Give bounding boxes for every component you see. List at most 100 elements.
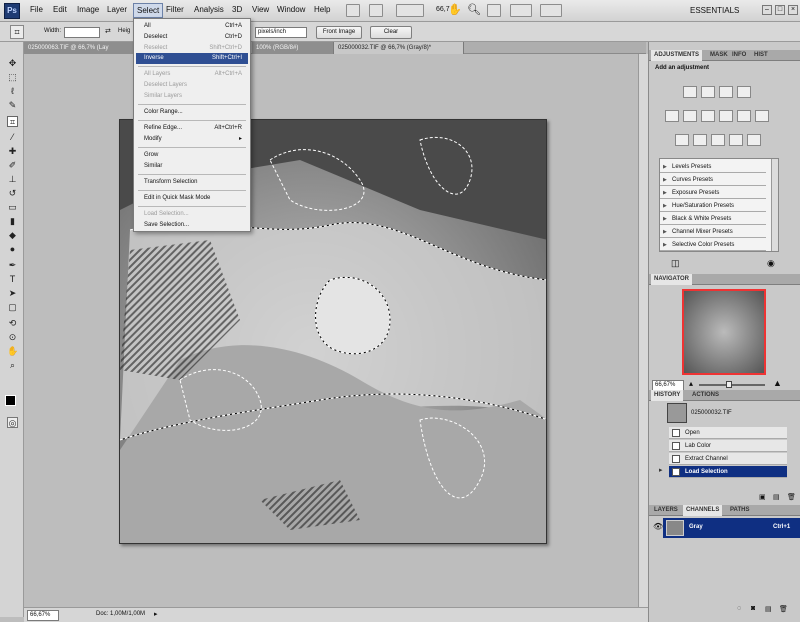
screen-mode-icon[interactable] [540, 4, 562, 17]
invert-icon[interactable] [675, 134, 689, 146]
menu-item-all-layers[interactable]: All Layers Alt+Ctrl+A [136, 69, 248, 80]
zoom-tool-icon[interactable]: ⌕ [7, 360, 18, 371]
snapshot-thumbnail[interactable] [667, 403, 687, 423]
channel-visibility-eye-icon[interactable]: 👁︎ [653, 522, 663, 531]
preset-item[interactable]: Levels Presets [660, 161, 766, 173]
shape-tool-icon[interactable]: ▢ [7, 302, 18, 313]
preset-item[interactable]: Curves Presets [660, 174, 766, 186]
menu-window[interactable]: Window [277, 5, 305, 14]
eraser-tool-icon[interactable]: ▭ [7, 202, 18, 213]
menu-view[interactable]: View [252, 5, 269, 14]
threshold-icon[interactable] [711, 134, 725, 146]
front-image-button[interactable]: Front Image [316, 26, 362, 39]
clone-stamp-tool-icon[interactable]: ⊥ [7, 174, 18, 185]
menu-item-deselect[interactable]: Deselect Ctrl+D [136, 32, 248, 43]
extras-dropdown[interactable] [396, 4, 424, 17]
exposure-icon[interactable] [737, 86, 751, 98]
workspace-switcher[interactable]: ESSENTIALS [690, 6, 762, 15]
menu-filter[interactable]: Filter [166, 5, 184, 14]
quick-mask-icon[interactable]: ◎ [7, 417, 18, 428]
tab-navigator[interactable]: NAVIGATOR [651, 274, 693, 285]
blur-tool-icon[interactable]: ◆ [7, 230, 18, 241]
menu-item-load-selection[interactable]: Load Selection... [136, 209, 248, 220]
width-field[interactable] [64, 27, 100, 38]
menu-item-color-range[interactable]: Color Range... [136, 107, 248, 118]
menu-item-transform-selection[interactable]: Transform Selection [136, 177, 248, 188]
save-selection-channel-icon[interactable]: ◙ [751, 605, 755, 612]
rotate-view-icon[interactable] [487, 4, 501, 17]
healing-brush-tool-icon[interactable]: ✚ [7, 146, 18, 157]
menu-item-grow[interactable]: Grow [136, 150, 248, 161]
path-selection-tool-icon[interactable]: ➤ [7, 288, 18, 299]
tab-channels[interactable]: CHANNELS [683, 505, 723, 516]
vertical-scrollbar[interactable] [638, 54, 648, 607]
gradient-map-icon[interactable] [729, 134, 743, 146]
tab-masks[interactable]: MASK [707, 50, 731, 61]
3d-rotate-tool-icon[interactable]: ⟲ [7, 318, 18, 329]
bridge-icon[interactable] [346, 4, 360, 17]
new-snapshot-icon[interactable]: ▣ [759, 493, 766, 501]
color-balance-icon[interactable] [701, 110, 715, 122]
zoom-in-icon[interactable]: ▲ [773, 378, 782, 388]
resolution-unit-select[interactable]: pixels/inch [255, 27, 307, 38]
history-step-selected[interactable]: Load Selection [669, 466, 787, 478]
preset-item[interactable]: Channel Mixer Presets [660, 226, 766, 238]
menu-image[interactable]: Image [77, 5, 99, 14]
zoom-tool-icon[interactable]: 🔍︎ [467, 3, 481, 16]
menu-item-quick-mask[interactable]: Edit in Quick Mask Mode [136, 193, 248, 204]
menu-edit[interactable]: Edit [53, 5, 67, 14]
move-tool-icon[interactable]: ✥ [7, 58, 18, 69]
menu-item-save-selection[interactable]: Save Selection... [136, 220, 248, 231]
status-menu-arrow-icon[interactable]: ▸ [154, 610, 158, 618]
arrange-documents-icon[interactable] [510, 4, 532, 17]
eyedropper-tool-icon[interactable]: ⁄ [7, 132, 18, 143]
clear-button[interactable]: Clear [370, 26, 412, 39]
history-step[interactable]: Extract Channel [669, 453, 787, 465]
preset-item[interactable]: Selective Color Presets [660, 239, 766, 251]
presets-scrollbar[interactable] [771, 159, 778, 251]
tab-layers[interactable]: LAYERS [651, 505, 681, 516]
navigator-zoom-slider[interactable] [699, 384, 765, 386]
history-step[interactable]: Lab Color [669, 440, 787, 452]
tab-document-3[interactable]: 025000032.TIF @ 66,7% (Gray/8)* [334, 42, 464, 54]
gradient-tool-icon[interactable]: ▮ [7, 216, 18, 227]
swap-icon[interactable]: ⇄ [105, 27, 111, 35]
load-channel-selection-icon[interactable]: ◌ [737, 605, 741, 612]
brightness-contrast-icon[interactable] [683, 86, 697, 98]
posterize-icon[interactable] [693, 134, 707, 146]
marquee-tool-icon[interactable]: ⬚ [7, 72, 18, 83]
menu-item-refine-edge[interactable]: Refine Edge... Alt+Ctrl+R [136, 123, 248, 134]
delete-state-icon[interactable]: 🗑︎ [787, 493, 796, 501]
menu-item-similar-layers[interactable]: Similar Layers [136, 91, 248, 102]
zoom-out-icon[interactable]: ▴ [689, 379, 693, 388]
preset-item[interactable]: Black & White Presets [660, 213, 766, 225]
photo-filter-icon[interactable] [737, 110, 751, 122]
adjustment-mode-icon[interactable]: ◫ [671, 258, 680, 269]
dodge-tool-icon[interactable]: ● [7, 244, 18, 255]
tab-history[interactable]: HISTORY [651, 390, 684, 401]
menu-item-inverse[interactable]: Inverse Shift+Ctrl+I [136, 53, 248, 64]
preset-item[interactable]: Exposure Presets [660, 187, 766, 199]
menu-item-deselect-layers[interactable]: Deselect Layers [136, 80, 248, 91]
hand-tool-icon[interactable]: ✋ [448, 3, 462, 16]
navigator-slider-handle[interactable] [726, 381, 732, 388]
menu-select[interactable]: Select [133, 3, 164, 18]
tab-histogram[interactable]: HIST [751, 50, 771, 61]
foreground-color-swatch[interactable] [5, 395, 16, 406]
hand-tool-icon[interactable]: ✋ [7, 346, 18, 357]
black-white-icon[interactable] [719, 110, 733, 122]
delete-channel-icon[interactable]: 🗑︎ [779, 605, 788, 613]
tab-actions[interactable]: ACTIONS [689, 390, 722, 401]
curves-icon[interactable] [719, 86, 733, 98]
mini-bridge-icon[interactable] [369, 4, 383, 17]
channel-mixer-icon[interactable] [755, 110, 769, 122]
tab-adjustments[interactable]: ADJUSTMENTS [651, 50, 703, 61]
panel-options-icon[interactable]: ◉ [767, 258, 775, 269]
type-tool-icon[interactable]: T [7, 274, 18, 285]
pen-tool-icon[interactable]: ✒ [7, 260, 18, 271]
new-channel-icon[interactable]: ▤ [765, 605, 772, 613]
preset-item[interactable]: Hue/Saturation Presets [660, 200, 766, 212]
quick-selection-tool-icon[interactable]: ✎ [7, 100, 18, 111]
crop-tool-icon[interactable]: ⌗ [7, 116, 18, 127]
hue-saturation-icon[interactable] [683, 110, 697, 122]
